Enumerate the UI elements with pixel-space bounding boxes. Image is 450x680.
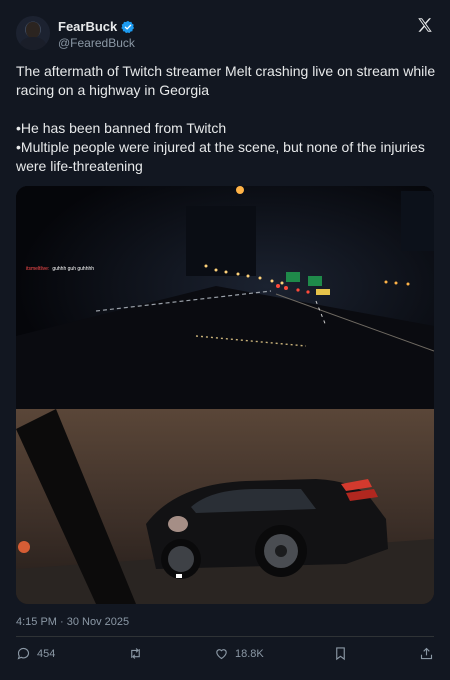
reply-icon <box>17 647 29 660</box>
tweet-line: The aftermath of Twitch streamer Melt cr… <box>16 63 436 98</box>
chat-overlay: itsmeltlive: guhhh guh guhhhh <box>26 266 94 272</box>
night-highway-image <box>16 186 434 409</box>
like-count: 18.8K <box>235 647 264 660</box>
divider <box>16 636 434 637</box>
crashed-car-photo <box>16 409 434 604</box>
tweet-media[interactable]: itsmeltlive: guhhh guh guhhhh <box>16 186 434 604</box>
share-icon <box>420 647 433 660</box>
tweet-header: FearBuck @FearedBuck <box>16 14 436 54</box>
tweet-bullet: •Multiple people were injured at the sce… <box>16 139 425 174</box>
chat-message: guhhh guh guhhhh <box>52 266 95 272</box>
tweet-timestamp[interactable]: 4:15 PM · 30 Nov 2025 <box>16 616 129 628</box>
dashcam-video-frame[interactable]: itsmeltlive: guhhh guh guhhhh <box>16 186 434 409</box>
tweet-bullet: •He has been banned from Twitch <box>16 120 227 136</box>
tweet-text: The aftermath of Twitch streamer Melt cr… <box>16 62 436 176</box>
tweet-actions: 454 18.8K <box>16 646 434 666</box>
avatar[interactable] <box>16 16 50 50</box>
x-logo-icon[interactable] <box>416 16 434 34</box>
author-handle[interactable]: @FearedBuck <box>58 36 135 50</box>
heart-icon <box>216 649 227 660</box>
like-button[interactable]: 18.8K <box>214 646 264 661</box>
reply-count: 454 <box>37 647 56 660</box>
reply-button[interactable]: 454 <box>16 646 55 661</box>
tweet-card: FearBuck @FearedBuck The aftermath of Tw… <box>0 0 450 680</box>
verified-badge-icon <box>121 20 135 33</box>
chat-username: itsmeltlive: <box>26 266 50 272</box>
author-name[interactable]: FearBuck <box>58 19 117 34</box>
retweet-icon <box>131 648 140 659</box>
name-row: FearBuck <box>58 19 135 34</box>
bookmark-icon <box>336 647 345 661</box>
crash-aftermath-image[interactable] <box>16 409 434 604</box>
bookmark-button[interactable] <box>333 646 348 661</box>
share-button[interactable] <box>419 646 434 661</box>
retweet-button[interactable] <box>128 646 149 661</box>
